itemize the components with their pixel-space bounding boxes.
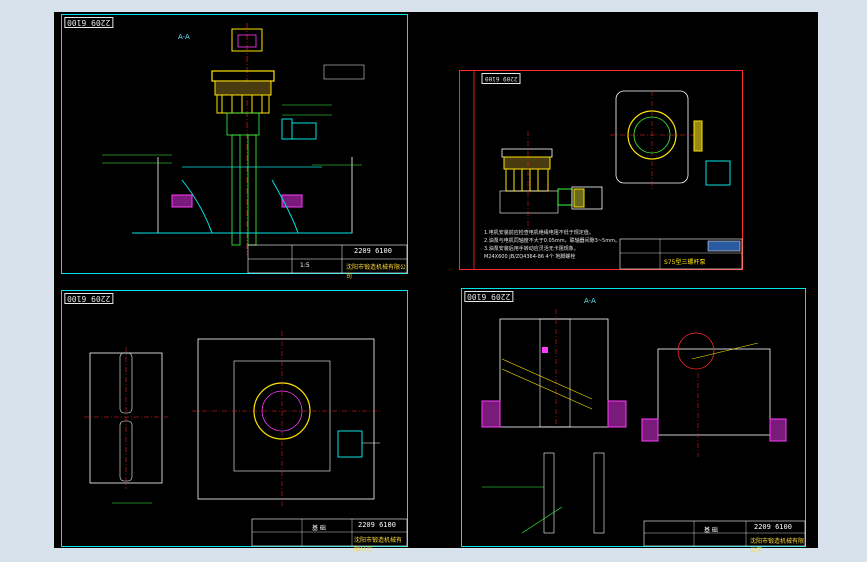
assembly-drawing bbox=[102, 23, 408, 274]
note-line-2: 2.油泵与电机同轴度不大于0.05mm，联轴器间隙3~5mm。 bbox=[484, 238, 620, 244]
drawing-sheet-bottom-left[interactable]: 2209 6100 2209 6100 基 础 沈阳市锻造机械有限公司 bbox=[61, 290, 408, 553]
note-line-4: M24X600 JB/ZQ4364-86 4个 地脚螺栓 bbox=[484, 254, 576, 260]
title-block-company: 沈阳市锻造机械有限公司 bbox=[750, 538, 805, 554]
drawing-sheet-top-left[interactable]: 2209 6100 A-A 2209 6100 沈阳市锻造机械有限公司 1:5 bbox=[61, 14, 408, 280]
foundation-plan-drawing bbox=[84, 331, 408, 547]
technical-notes: 1.电机安装前应检查电机绝缘电阻不低于规定值。 2.油泵与电机同轴度不大于0.0… bbox=[484, 229, 620, 261]
title-block-name: S75型三螺杆泵 bbox=[664, 259, 706, 266]
title-block-number: 2209 6100 bbox=[354, 247, 392, 255]
note-line-3: 3.油泵安装后用手转动应灵活无卡阻现象。 bbox=[484, 246, 579, 252]
title-block-name: 基 础 bbox=[704, 527, 718, 534]
drawing-sheet-top-right[interactable]: 2209 6100 1.电机安装前应检查电机绝缘电阻不低于规定值。 2.油泵与电… bbox=[459, 70, 743, 270]
title-block-company: 沈阳市锻造机械有限公司 bbox=[354, 537, 403, 553]
title-block-number: 2209 6100 bbox=[754, 523, 792, 531]
drawing-sheet-bottom-right[interactable]: 2209 6100 A-A 2209 6100 基 础 沈阳市锻造机械有限公司 bbox=[461, 288, 806, 554]
note-line-1: 1.电机安装前应检查电机绝缘电阻不低于规定值。 bbox=[484, 230, 594, 236]
foundation-section-drawing bbox=[481, 309, 806, 547]
cad-model-viewport[interactable]: 2209 6100 A-A 2209 6100 沈阳市锻造机械有限公司 1:5 … bbox=[54, 12, 818, 554]
title-block-number: 2209 6100 bbox=[358, 521, 396, 529]
title-block-company: 沈阳市锻造机械有限公司 bbox=[346, 264, 407, 280]
title-block-scale: 1:5 bbox=[300, 262, 310, 269]
title-block-name: 基 础 bbox=[312, 525, 326, 532]
